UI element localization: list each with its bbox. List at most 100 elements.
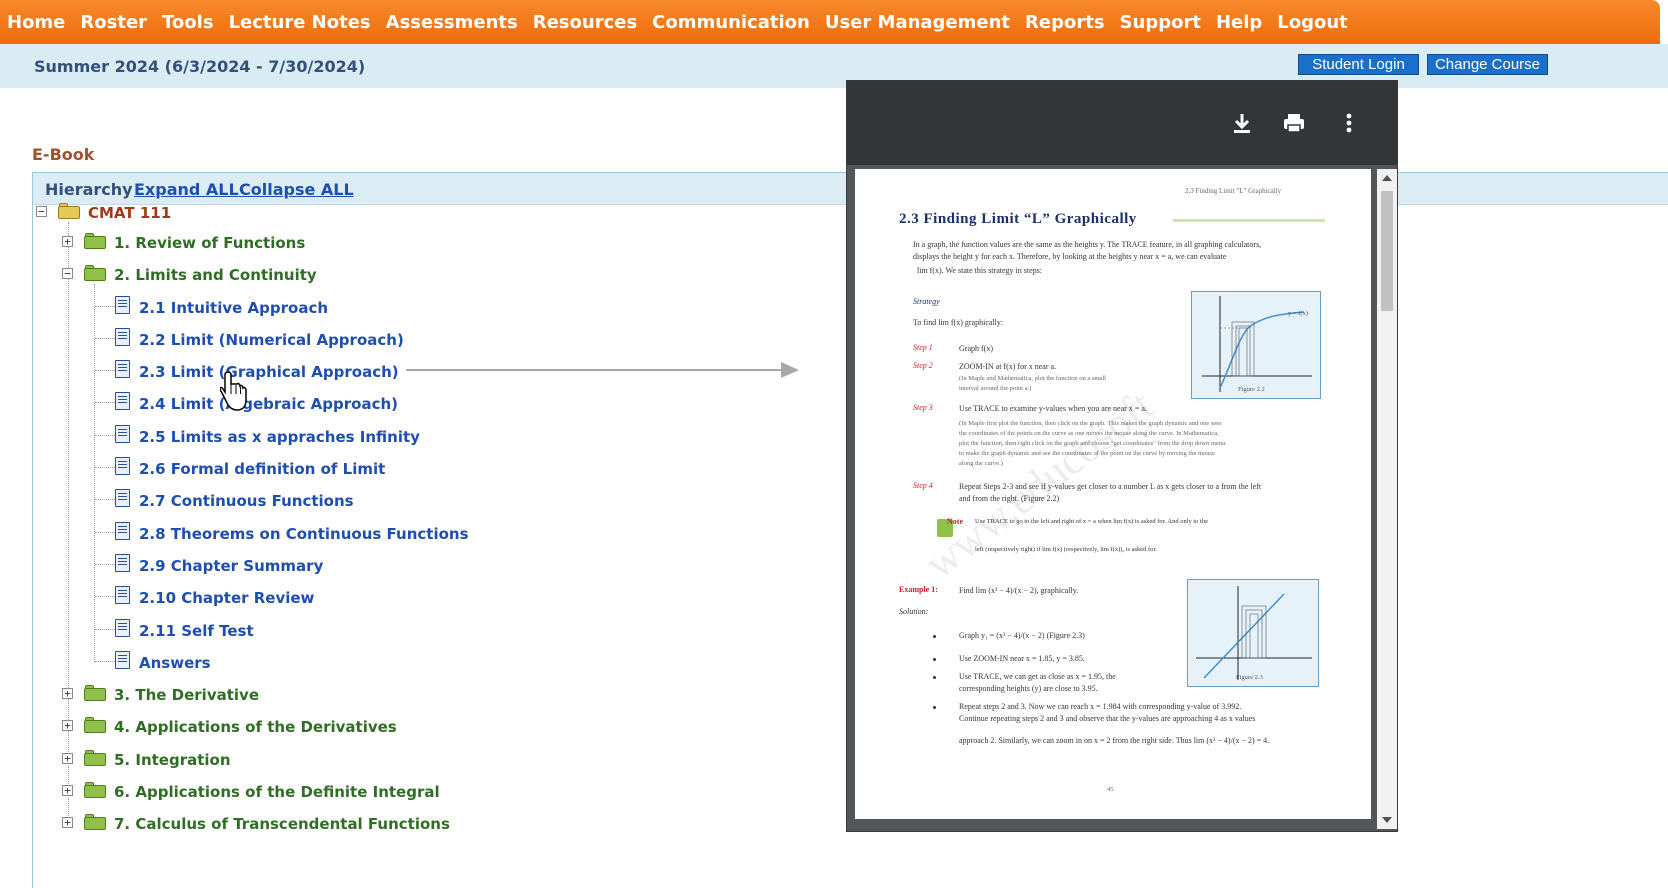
expand-icon[interactable]: +: [62, 236, 73, 247]
nav-roster[interactable]: Roster: [80, 12, 147, 33]
folder-icon: [84, 233, 106, 249]
tree-line: [94, 284, 95, 662]
step-note: plot the function, then right click on t…: [959, 440, 1226, 447]
example-label: Example 1:: [899, 585, 938, 594]
section-label: 2.1 Intuitive Approach: [139, 299, 329, 317]
step-label: Step 3: [913, 403, 933, 412]
tree-section-2-8[interactable]: 2.8 Theorems on Continuous Functions: [115, 522, 469, 546]
figure-2-3: Figure 2.3: [1187, 579, 1319, 687]
tree-section-2-2[interactable]: 2.2 Limit (Numerical Approach): [115, 328, 435, 352]
expand-icon[interactable]: +: [62, 688, 73, 699]
section-label: 2.9 Chapter Summary: [139, 557, 324, 575]
expand-icon[interactable]: +: [62, 817, 73, 828]
expand-all-link[interactable]: Expand ALL: [134, 180, 239, 199]
nav-assessments[interactable]: Assessments: [386, 12, 518, 33]
ebook-title: E-Book: [32, 145, 95, 164]
tree-section-2-4[interactable]: 2.4 Limit (Algebraic Approach): [115, 392, 435, 416]
nav-logout[interactable]: Logout: [1277, 12, 1348, 33]
tree-section-2-5[interactable]: 2.5 Limits as x appraches Infinity: [115, 425, 435, 449]
pdf-viewer: www.educosoft 2.3 Finding Limit "L" Grap…: [846, 80, 1398, 832]
collapse-icon[interactable]: −: [62, 268, 73, 279]
collapse-icon[interactable]: −: [36, 206, 47, 217]
folder-icon: [84, 685, 106, 701]
step-text: Use TRACE to examine y-values when you a…: [959, 404, 1147, 413]
chapter-label: 5. Integration: [114, 751, 231, 769]
pdf-page: www.educosoft 2.3 Finding Limit "L" Grap…: [855, 169, 1371, 819]
annotation-arrow-head: [781, 362, 799, 378]
page-number: 45: [1107, 786, 1114, 793]
step-text: and from the right. (Figure 2.2): [959, 494, 1060, 503]
note-label: Note: [947, 517, 963, 526]
figure-2-3-graph: [1196, 586, 1312, 680]
expand-icon[interactable]: +: [62, 753, 73, 764]
tree-section-2-7[interactable]: 2.7 Continuous Functions: [115, 489, 435, 513]
document-icon: [115, 296, 130, 314]
figure-caption: Figure 2.2: [1238, 386, 1265, 393]
chapter-label: 3. The Derivative: [114, 686, 259, 704]
chapter-label: 2. Limits and Continuity: [114, 266, 317, 284]
nav-home[interactable]: Home: [7, 12, 65, 33]
student-login-button[interactable]: Student Login: [1298, 54, 1419, 75]
scroll-down-icon[interactable]: [1382, 817, 1392, 823]
tree-section-2-1[interactable]: 2.1 Intuitive Approach: [115, 296, 435, 320]
tree-section-2-6[interactable]: 2.6 Formal definition of Limit: [115, 457, 435, 481]
nav-reports[interactable]: Reports: [1025, 12, 1105, 33]
nav-communication[interactable]: Communication: [652, 12, 810, 33]
section-label: 2.2 Limit (Numerical Approach): [139, 331, 404, 349]
example-text: Find lim (x² − 4)/(x − 2), graphically.: [959, 586, 1079, 595]
folder-icon: [84, 750, 106, 766]
tree-root[interactable]: − CMAT 111: [36, 203, 236, 227]
tree-section-answers[interactable]: Answers: [115, 651, 435, 675]
nav-user-management[interactable]: User Management: [825, 12, 1010, 33]
print-icon[interactable]: [1282, 111, 1306, 135]
download-icon[interactable]: [1230, 111, 1254, 135]
solution-bullet-cont: Continue repeating steps 2 and 3 and obs…: [959, 714, 1256, 723]
folder-icon: [84, 265, 106, 281]
nav-resources[interactable]: Resources: [533, 12, 637, 33]
nav-tools[interactable]: Tools: [162, 12, 214, 33]
section-label: 2.4 Limit (Algebraic Approach): [139, 395, 399, 413]
tree-chapter-7[interactable]: + 7. Calculus of Transcendental Function…: [62, 814, 482, 838]
tree-section-2-9[interactable]: 2.9 Chapter Summary: [115, 554, 435, 578]
step-label: Step 1: [913, 343, 933, 352]
figure-caption: Figure 2.3: [1236, 674, 1263, 681]
tree-chapter-1[interactable]: + 1. Review of Functions: [62, 233, 322, 257]
tree-chapter-6[interactable]: + 6. Applications of the Definite Integr…: [62, 782, 462, 806]
document-icon: [115, 619, 130, 637]
document-icon: [115, 425, 130, 443]
curve-label: y = f(x): [1288, 310, 1308, 317]
tree-root-label: CMAT 111: [88, 204, 172, 222]
section-label: 2.6 Formal definition of Limit: [139, 460, 386, 478]
tree-chapter-3[interactable]: + 3. The Derivative: [62, 685, 362, 709]
expand-icon[interactable]: +: [62, 785, 73, 796]
nav-help[interactable]: Help: [1216, 12, 1262, 33]
nav-lecture-notes[interactable]: Lecture Notes: [229, 12, 371, 33]
section-label: 2.11 Self Test: [139, 622, 254, 640]
scroll-thumb[interactable]: [1381, 191, 1393, 311]
step-text: ZOOM-IN at f(x) for x near a.: [959, 362, 1057, 371]
tree-chapter-5[interactable]: + 5. Integration: [62, 750, 362, 774]
chapter-label: 4. Applications of the Derivatives: [114, 718, 397, 736]
pdf-scrollbar[interactable]: [1377, 169, 1397, 829]
step-note: the coordinates of the points on the cur…: [959, 430, 1219, 437]
tree-chapter-4[interactable]: + 4. Applications of the Derivatives: [62, 717, 422, 741]
scroll-up-icon[interactable]: [1382, 175, 1392, 181]
tree-chapter-2[interactable]: − 2. Limits and Continuity: [62, 265, 322, 289]
tree-section-2-10[interactable]: 2.10 Chapter Review: [115, 586, 435, 610]
change-course-button[interactable]: Change Course: [1427, 54, 1548, 75]
intro-line: displays the height y for each x. Theref…: [913, 252, 1227, 261]
intro-line: In a graph, the function values are the …: [913, 240, 1262, 249]
more-options-icon[interactable]: [1337, 111, 1361, 135]
document-icon: [115, 522, 130, 540]
nav-support[interactable]: Support: [1120, 12, 1201, 33]
running-head: 2.3 Finding Limit "L" Graphically: [1185, 187, 1282, 195]
chapter-label: 1. Review of Functions: [114, 234, 306, 252]
folder-icon: [84, 814, 106, 830]
solution-label: Solution:: [899, 607, 929, 616]
hand-cursor-icon: [220, 371, 247, 411]
collapse-all-link[interactable]: Collapse ALL: [239, 180, 354, 199]
tree-section-2-11[interactable]: 2.11 Self Test: [115, 619, 435, 643]
tree-section-2-3[interactable]: 2.3 Limit (Graphical Approach): [115, 360, 435, 384]
expand-icon[interactable]: +: [62, 720, 73, 731]
folder-icon: [84, 782, 106, 798]
